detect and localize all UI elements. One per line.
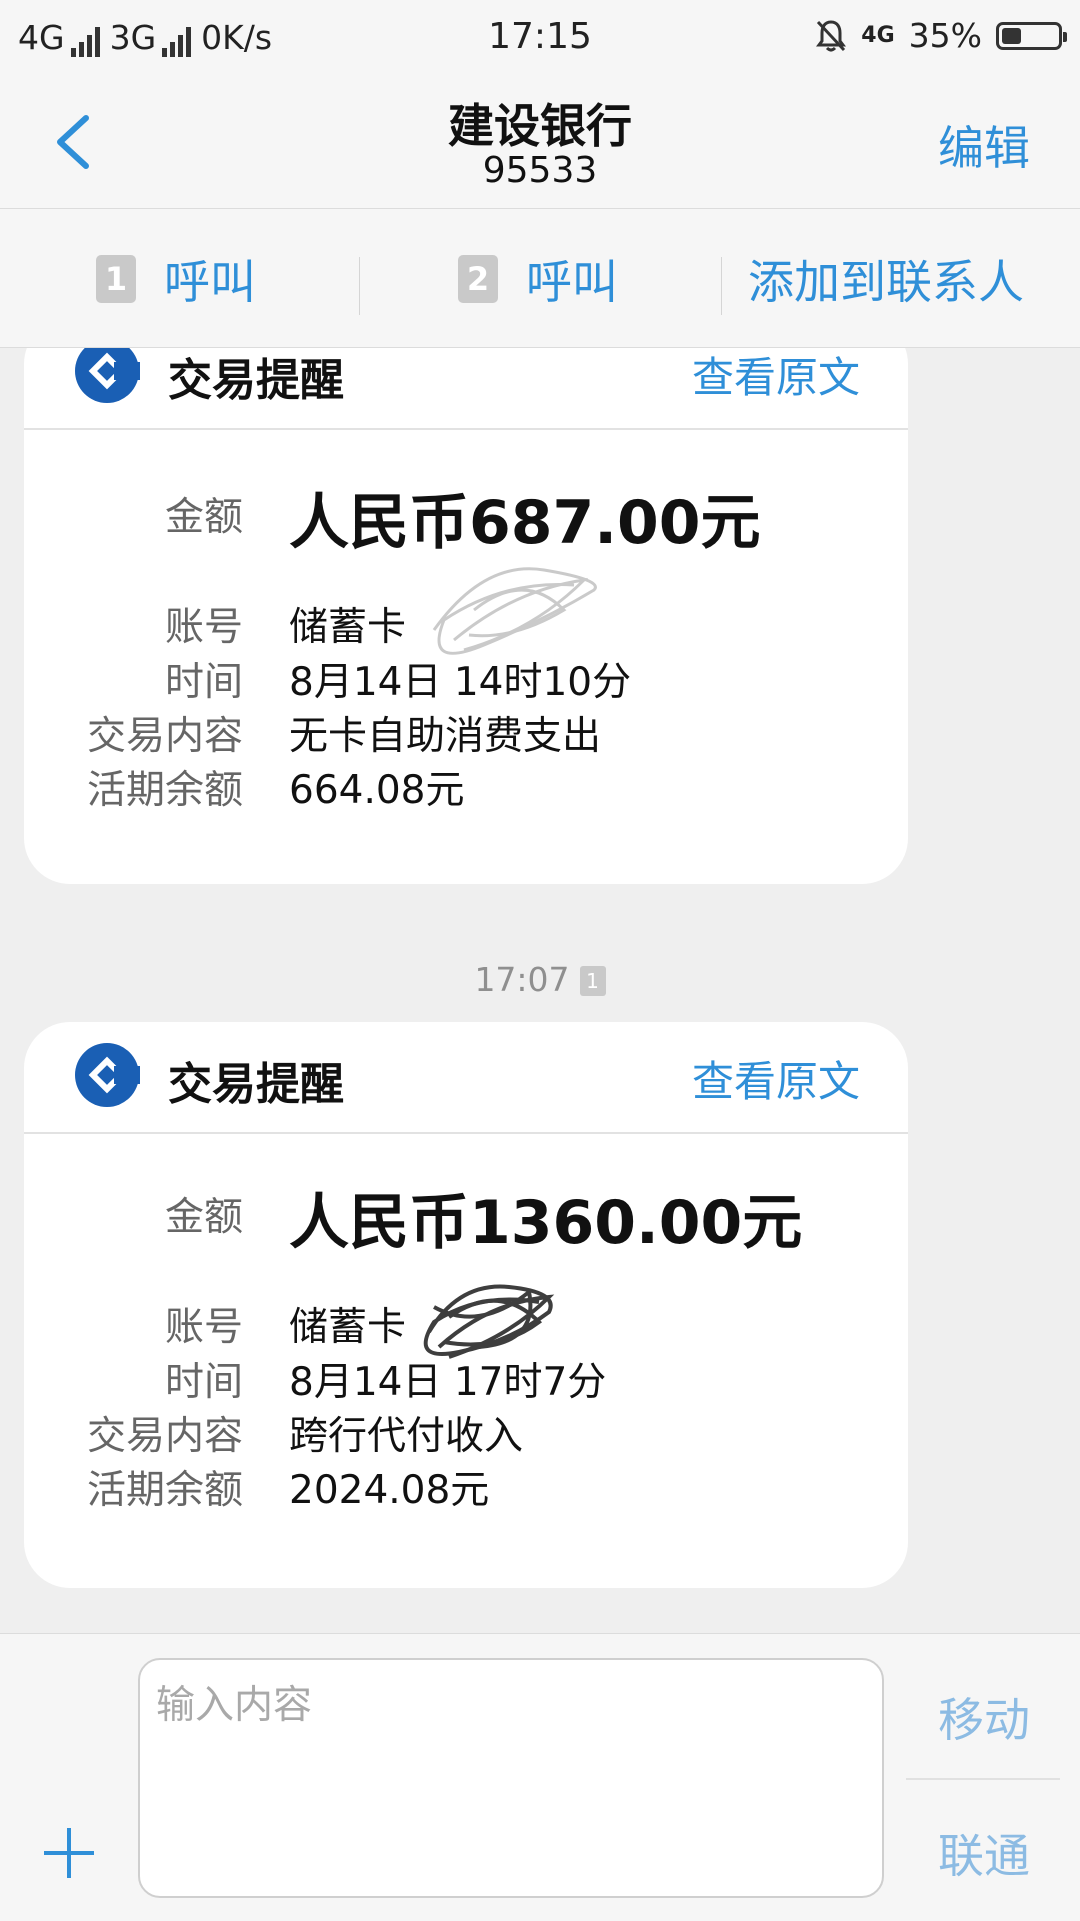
divider <box>906 1778 1060 1780</box>
call-sim1-button[interactable]: 1 呼叫 <box>96 249 256 309</box>
time-value: 8月14日 17时7分 <box>289 1360 607 1405</box>
balance-label: 活期余额 <box>86 768 243 813</box>
status-bar: 4G 3G 0K/s 17:15 4G 35% <box>0 0 1080 76</box>
contact-name: 建设银行 <box>448 99 632 153</box>
content-label: 交易内容 <box>86 1414 243 1459</box>
call-sim2-button[interactable]: 2 呼叫 <box>458 249 618 309</box>
content-value: 跨行代付收入 <box>289 1414 524 1459</box>
mute-bell-icon <box>816 19 847 51</box>
time-label: 时间 <box>164 660 243 705</box>
timestamp-time: 17:07 <box>474 960 570 999</box>
contact-number: 95533 <box>482 150 598 191</box>
call-label: 呼叫 <box>526 255 618 309</box>
redaction-scribble <box>432 567 597 655</box>
battery-percent: 35% <box>908 16 982 55</box>
edit-button[interactable]: 编辑 <box>938 112 1030 178</box>
balance-value: 2024.08元 <box>289 1468 490 1513</box>
redaction-scribble <box>423 1284 555 1359</box>
card-header: 交易提醒 查看原文 <box>24 1022 908 1134</box>
message-composer: 输入内容 移动 联通 <box>0 1633 1080 1921</box>
action-bar: 1 呼叫 2 呼叫 添加到联系人 <box>0 209 1080 348</box>
input-placeholder: 输入内容 <box>156 1683 313 1728</box>
conversation-header: 建设银行 95533 编辑 <box>0 76 1080 209</box>
account-value: 储蓄卡 <box>289 605 407 650</box>
message-timestamp: 17:07 1 <box>0 960 1080 999</box>
content-label: 交易内容 <box>86 714 243 759</box>
send-sim-mobile-button[interactable]: 移动 <box>938 1684 1030 1750</box>
message-card[interactable]: 交易提醒 查看原文 金额 人民币687.00元 账号 储蓄卡 时间 8月14日 … <box>24 348 908 884</box>
account-label: 账号 <box>164 1305 243 1350</box>
plus-icon[interactable] <box>40 1824 98 1882</box>
add-contact-button[interactable]: 添加到联系人 <box>748 249 1024 309</box>
time-label: 时间 <box>164 1360 243 1405</box>
balance-label: 活期余额 <box>86 1468 243 1513</box>
sim2-badge: 2 <box>458 255 498 303</box>
status-right: 4G 35% <box>815 16 1067 55</box>
ccb-logo-icon <box>75 1043 140 1107</box>
ccb-logo-icon <box>75 348 140 403</box>
message-list[interactable]: 交易提醒 查看原文 金额 人民币687.00元 账号 储蓄卡 时间 8月14日 … <box>0 348 1080 1632</box>
time-value: 8月14日 14时10分 <box>289 660 632 705</box>
network-type-right: 4G <box>861 22 895 48</box>
message-input[interactable]: 输入内容 <box>138 1658 884 1898</box>
amount-value: 人民币1360.00元 <box>289 1188 803 1258</box>
view-original-link[interactable]: 查看原文 <box>692 348 860 405</box>
content-value: 无卡自助消费支出 <box>289 714 602 759</box>
card-title: 交易提醒 <box>168 355 344 406</box>
balance-value: 664.08元 <box>289 768 465 813</box>
account-label: 账号 <box>164 605 243 650</box>
divider <box>721 257 722 315</box>
card-title: 交易提醒 <box>168 1059 344 1110</box>
view-original-link[interactable]: 查看原文 <box>692 1048 860 1109</box>
send-sim-unicom-button[interactable]: 联通 <box>938 1820 1030 1886</box>
sim1-badge: 1 <box>96 255 136 303</box>
divider <box>359 257 360 315</box>
account-value: 储蓄卡 <box>289 1305 407 1350</box>
battery-icon <box>996 21 1067 50</box>
amount-label: 金额 <box>164 1195 243 1240</box>
sim-indicator: 1 <box>579 966 606 996</box>
amount-label: 金额 <box>164 495 243 540</box>
message-card[interactable]: 交易提醒 查看原文 金额 人民币1360.00元 账号 储蓄卡 时间 8月14日… <box>24 1022 908 1588</box>
amount-value: 人民币687.00元 <box>289 488 761 558</box>
call-label: 呼叫 <box>164 255 256 309</box>
card-header: 交易提醒 查看原文 <box>24 348 908 430</box>
